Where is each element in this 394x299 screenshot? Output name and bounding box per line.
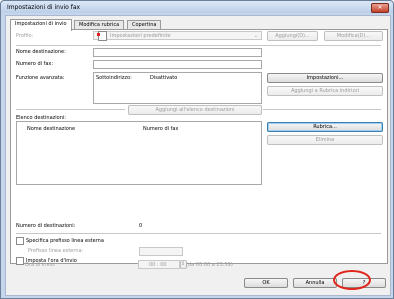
tab-send-settings[interactable]: Impostazioni di invio bbox=[10, 19, 72, 31]
highlight-circle bbox=[333, 270, 371, 290]
profile-value: Impostazioni predefinite bbox=[110, 33, 171, 39]
column-header-name[interactable]: Nome destinazione bbox=[27, 126, 75, 132]
fax-icon bbox=[97, 31, 107, 41]
destination-name-label: Nome destinazione: bbox=[16, 49, 66, 55]
fax-number-label: Numero di fax: bbox=[16, 61, 54, 67]
close-button[interactable]: ✕ bbox=[371, 3, 389, 13]
subaddress-label: Sottoindirizzo: bbox=[96, 75, 132, 81]
destination-list[interactable]: Nome destinazione Numero di fax bbox=[16, 121, 262, 185]
send-time-checkbox[interactable] bbox=[16, 257, 24, 265]
spinner-arrows-icon: ⇕ bbox=[181, 261, 186, 267]
external-prefix-checkbox[interactable] bbox=[16, 237, 24, 245]
divider bbox=[16, 109, 125, 110]
profile-select: Impostazioni predefinite ⌄ bbox=[93, 31, 262, 41]
send-time-label: Ora di invio: bbox=[25, 262, 56, 268]
divider bbox=[16, 233, 381, 234]
add-to-list-button[interactable]: Aggiungi all'elenco destinazioni bbox=[128, 105, 262, 115]
dialog-window: Impostazioni di invio fax ✕ Impostazioni… bbox=[0, 0, 394, 299]
destination-count-value: 0 bbox=[139, 223, 143, 229]
divider bbox=[16, 45, 381, 46]
advanced-function-label: Funzione avanzata: bbox=[16, 75, 65, 81]
subaddress-value: Disattivato bbox=[150, 75, 178, 81]
window-title: Impostazioni di invio fax bbox=[7, 4, 81, 11]
title-bar: Impostazioni di invio fax ✕ bbox=[1, 1, 393, 13]
addressbook-button[interactable]: Rubrica... bbox=[267, 122, 383, 132]
add-to-addressbook-button[interactable]: Aggiungi a Rubrica indirizzi bbox=[267, 86, 383, 96]
modify-profile-button[interactable]: Modifica(D)... bbox=[324, 31, 383, 41]
cancel-button[interactable]: Annulla bbox=[293, 278, 337, 288]
send-time-value: 00 : 00 bbox=[149, 262, 167, 268]
chevron-down-icon: ⌄ bbox=[253, 33, 258, 39]
external-prefix-label: Prefisso linea esterna: bbox=[28, 248, 84, 254]
send-settings-panel: Profilo: Impostazioni predefinite ⌄ Aggi… bbox=[10, 29, 388, 265]
add-profile-button[interactable]: Aggiungi(D)... bbox=[267, 31, 318, 41]
external-prefix-check-label[interactable]: Specifica prefisso linea esterna bbox=[26, 238, 104, 244]
delete-button[interactable]: Elimina bbox=[267, 135, 383, 145]
send-time-range: (da 00:00 a 23:59) bbox=[186, 262, 233, 268]
divider bbox=[263, 109, 381, 110]
send-time-input[interactable]: 00 : 00 bbox=[138, 260, 180, 269]
profile-label: Profilo: bbox=[16, 33, 34, 39]
column-header-fax[interactable]: Numero di fax bbox=[143, 126, 178, 132]
advanced-function-box: Sottoindirizzo: Disattivato bbox=[93, 72, 262, 104]
fax-number-input[interactable] bbox=[93, 60, 262, 69]
dialog-client-area: Impostazioni di invio Modifica rubrica C… bbox=[5, 15, 391, 296]
destination-name-input[interactable] bbox=[93, 48, 262, 57]
destination-count-label: Numero di destinazioni: bbox=[16, 223, 76, 229]
external-prefix-input[interactable] bbox=[139, 247, 183, 256]
ok-button[interactable]: OK bbox=[244, 278, 288, 288]
settings-button[interactable]: Impostazioni... bbox=[267, 73, 383, 83]
